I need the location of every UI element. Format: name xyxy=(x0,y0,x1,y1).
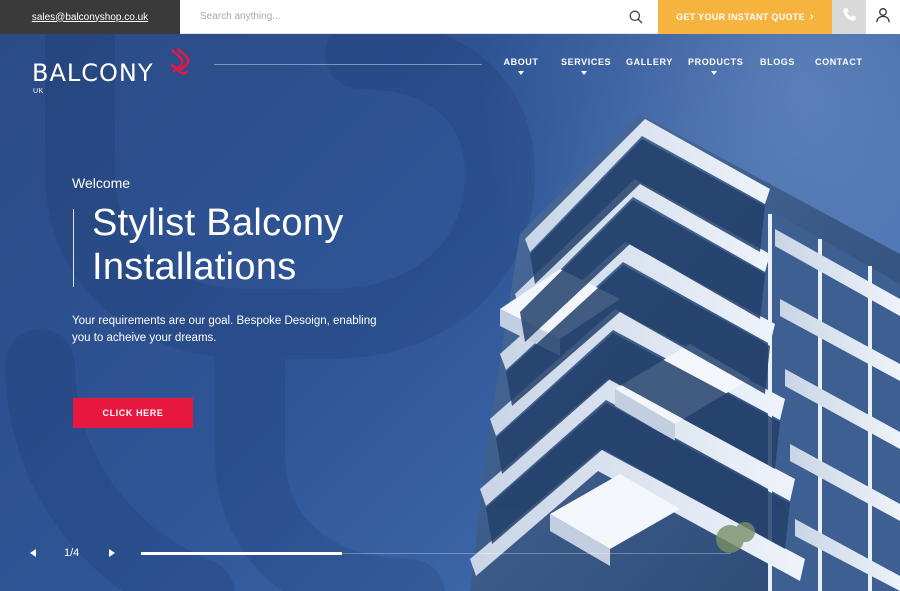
instant-quote-button[interactable]: GET YOUR INSTANT QUOTE › xyxy=(658,0,832,34)
chevron-down-icon xyxy=(711,71,717,75)
slide-progress-fill xyxy=(141,552,342,555)
search-input[interactable] xyxy=(200,11,628,22)
nav-item-blogs[interactable]: BLOGS xyxy=(760,57,794,75)
nav-item-label: PRODUCTS xyxy=(688,57,744,67)
nav-item-services[interactable]: SERVICES xyxy=(561,57,611,75)
nav-item-about[interactable]: ABOUT xyxy=(500,57,542,75)
hero-welcome: Welcome xyxy=(72,175,131,191)
nav-item-label: SERVICES xyxy=(561,57,612,67)
search-icon[interactable] xyxy=(628,9,644,25)
brand-subtitle: UK xyxy=(33,88,44,95)
prev-arrow-icon[interactable] xyxy=(30,549,36,557)
header-divider xyxy=(214,64,482,65)
nav-item-gallery[interactable]: GALLERY xyxy=(626,57,673,75)
main-nav: ABOUT SERVICES GALLERY PRODUCTS BLOGS CO… xyxy=(500,57,863,75)
top-bar: sales@balconyshop.co.uk GET YOUR INSTANT… xyxy=(0,0,900,34)
email-link[interactable]: sales@balconyshop.co.uk xyxy=(0,0,180,34)
chevron-down-icon xyxy=(581,71,587,75)
account-button[interactable] xyxy=(866,0,900,34)
search-bar xyxy=(180,0,658,34)
phone-icon xyxy=(842,7,857,27)
nav-item-contact[interactable]: CONTACT xyxy=(815,57,863,75)
hero-title-line-2: Installations xyxy=(92,246,297,288)
brand-mark-icon xyxy=(170,47,190,75)
nav-item-label: GALLERY xyxy=(626,57,673,67)
hero-title: Stylist Balcony Installations xyxy=(92,201,344,289)
brand-logo[interactable]: BALCONY UK xyxy=(32,47,202,97)
brand-name: BALCONY xyxy=(32,59,154,87)
next-arrow-icon[interactable] xyxy=(109,549,115,557)
slide-counter: 1/4 xyxy=(64,547,80,559)
hero-title-line-1: Stylist Balcony xyxy=(92,202,344,244)
nav-item-label: ABOUT xyxy=(503,57,539,67)
building-image xyxy=(470,114,900,591)
chevron-down-icon xyxy=(518,71,524,75)
chevron-right-icon: › xyxy=(809,11,814,23)
click-here-button[interactable]: CLICK HERE xyxy=(73,398,193,428)
nav-item-products[interactable]: PRODUCTS xyxy=(688,57,744,75)
nav-item-label: BLOGS xyxy=(760,57,796,67)
slide-progress-track xyxy=(141,552,731,555)
instant-quote-label: GET YOUR INSTANT QUOTE xyxy=(676,12,805,22)
nav-item-label: CONTACT xyxy=(815,57,863,67)
hero-section: BALCONY UK ABOUT SERVICES GALLERY PRODUC… xyxy=(0,34,900,591)
phone-button[interactable] xyxy=(832,0,866,34)
hero-subtitle: Your requirements are our goal. Bespoke … xyxy=(72,315,377,344)
title-accent-bar xyxy=(73,209,74,287)
user-icon xyxy=(875,7,891,28)
